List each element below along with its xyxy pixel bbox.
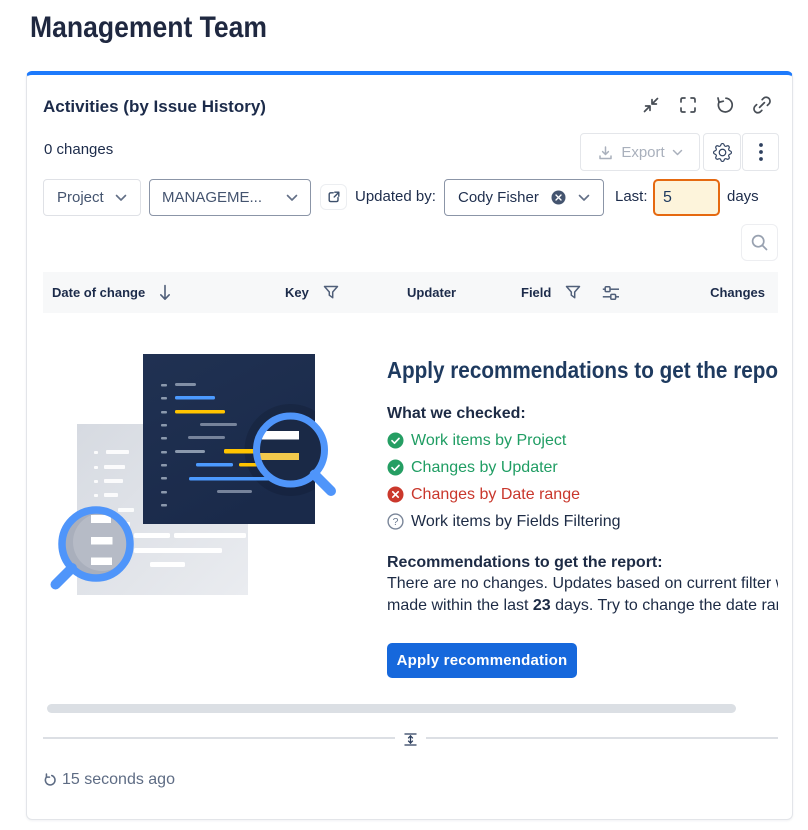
svg-text:?: ?	[393, 516, 399, 528]
